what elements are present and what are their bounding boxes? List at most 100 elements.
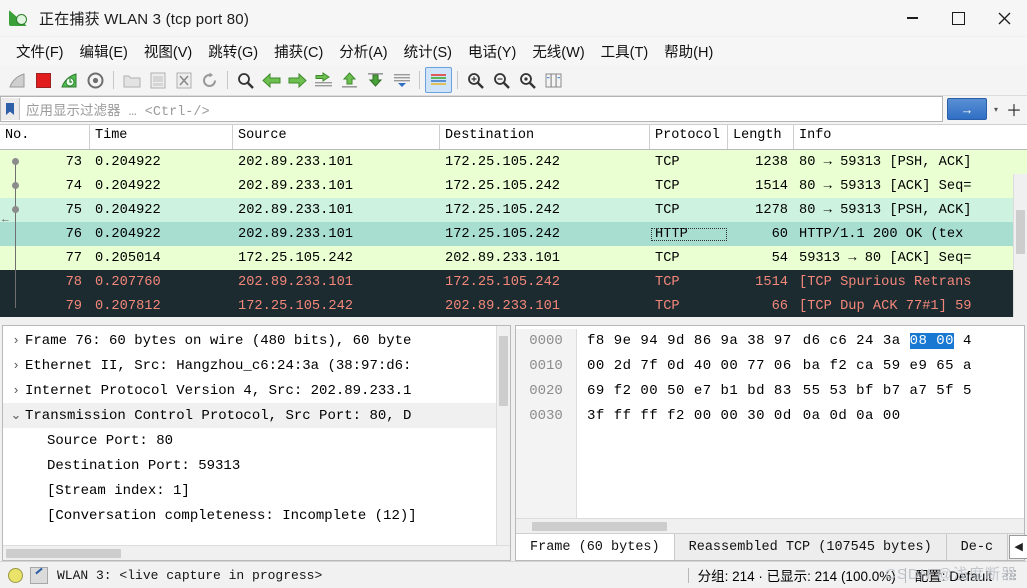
column-header-protocol[interactable]: Protocol <box>650 125 728 149</box>
menu-go[interactable]: 跳转(G) <box>200 38 266 65</box>
chevron-right-icon[interactable]: › <box>7 333 25 348</box>
chevron-right-icon[interactable]: › <box>7 383 25 398</box>
capture-comment-icon[interactable] <box>30 566 48 584</box>
status-profile-text[interactable]: 配置: Default <box>915 565 992 585</box>
cell-length: 1278 <box>755 202 788 218</box>
colorize-icon[interactable] <box>425 67 452 93</box>
capture-active-icon[interactable] <box>8 567 23 583</box>
detail-destination-port[interactable]: Destination Port: 59313 <box>3 453 510 478</box>
hex-selected-bytes[interactable]: 08 00 <box>909 333 955 349</box>
restart-capture-icon[interactable] <box>57 68 82 92</box>
scrollbar-thumb[interactable] <box>499 336 508 406</box>
menu-analyze[interactable]: 分析(A) <box>331 38 395 65</box>
details-scrollbar[interactable] <box>496 326 510 545</box>
table-row[interactable]: 77 0.205014 172.25.105.242 202.89.233.10… <box>0 246 1027 270</box>
cell-protocol: TCP <box>655 202 680 218</box>
resize-grip-icon[interactable] <box>1005 569 1017 581</box>
menu-tools[interactable]: 工具(T) <box>593 38 657 65</box>
column-header-destination[interactable]: Destination <box>440 125 650 149</box>
table-row[interactable]: 79 0.207812 172.25.105.242 202.89.233.10… <box>0 294 1027 317</box>
detail-source-port[interactable]: Source Port: 80 <box>3 428 510 453</box>
detail-ipv4[interactable]: › Internet Protocol Version 4, Src: 202.… <box>3 378 510 403</box>
apply-filter-button[interactable]: → <box>947 98 987 120</box>
menu-file[interactable]: 文件(F) <box>8 38 72 65</box>
go-forward-icon[interactable] <box>285 68 310 92</box>
pane-splitter[interactable] <box>0 317 1027 325</box>
cell-info: [TCP Spurious Retrans <box>799 274 972 290</box>
menu-statistics[interactable]: 统计(S) <box>396 38 460 65</box>
table-row[interactable]: 74 0.204922 202.89.233.101 172.25.105.24… <box>0 174 1027 198</box>
hex-row[interactable]: f8 9e 94 9d 86 9a 38 97 d6 c6 24 3a 08 00… <box>587 329 1024 354</box>
hex-post: 4 <box>954 333 972 349</box>
tab-reassembled-tcp[interactable]: Reassembled TCP (107545 bytes) <box>675 534 947 560</box>
status-bar: WLAN 3: <live capture in progress> 分组: 2… <box>0 561 1027 588</box>
resize-columns-icon[interactable] <box>541 68 566 92</box>
chevron-right-icon[interactable]: › <box>7 358 25 373</box>
scrollbar-thumb[interactable] <box>1016 210 1025 254</box>
table-row[interactable]: 75 0.204922 202.89.233.101 172.25.105.24… <box>0 198 1027 222</box>
cell-source: 202.89.233.101 <box>238 274 353 290</box>
bookmark-icon[interactable] <box>1 98 20 120</box>
start-capture-icon[interactable] <box>5 68 30 92</box>
details-hscrollbar[interactable] <box>3 545 510 560</box>
display-filter-input[interactable]: 应用显示过滤器 … <Ctrl-/> <box>0 96 943 122</box>
close-button[interactable] <box>981 0 1027 36</box>
table-row-selected[interactable]: 76 0.204922 202.89.233.101 172.25.105.24… <box>0 222 1027 246</box>
menu-view[interactable]: 视图(V) <box>136 38 200 65</box>
hex-mid: ba f2 ca 59 e9 65 a <box>802 358 972 374</box>
table-row[interactable]: 78 0.207760 202.89.233.101 172.25.105.24… <box>0 270 1027 294</box>
zoom-in-icon[interactable] <box>463 68 488 92</box>
chevron-down-icon[interactable]: ⌄ <box>7 408 25 423</box>
hscrollbar-thumb[interactable] <box>6 549 121 558</box>
add-filter-button[interactable]: ＋ <box>1005 99 1023 120</box>
menu-capture[interactable]: 捕获(C) <box>266 38 331 65</box>
go-to-packet-icon[interactable] <box>311 68 336 92</box>
stop-capture-icon[interactable] <box>31 68 56 92</box>
hex-dump[interactable]: 0000 0010 0020 0030 f8 9e 94 9d 86 9a 38… <box>516 326 1024 518</box>
maximize-button[interactable] <box>935 0 981 36</box>
bytes-hscrollbar[interactable] <box>516 518 1024 533</box>
capture-options-icon[interactable] <box>83 68 108 92</box>
tab-prev-button[interactable]: ◀ <box>1009 535 1027 559</box>
menu-help[interactable]: 帮助(H) <box>656 38 721 65</box>
table-row[interactable]: 73 0.204922 202.89.233.101 172.25.105.24… <box>0 150 1027 174</box>
save-file-icon[interactable] <box>145 68 170 92</box>
cell-length: 66 <box>771 298 788 314</box>
go-first-packet-icon[interactable] <box>337 68 362 92</box>
detail-tcp[interactable]: ⌄ Transmission Control Protocol, Src Por… <box>3 403 510 428</box>
find-packet-icon[interactable] <box>233 68 258 92</box>
cell-protocol: TCP <box>655 298 680 314</box>
zoom-reset-icon[interactable] <box>515 68 540 92</box>
cell-protocol: TCP <box>655 178 680 194</box>
open-file-icon[interactable] <box>119 68 144 92</box>
hex-row[interactable]: 00 2d 7f 0d 40 00 77 06 ba f2 ca 59 e9 65… <box>587 354 1024 379</box>
zoom-out-icon[interactable] <box>489 68 514 92</box>
hscrollbar-thumb[interactable] <box>532 522 667 531</box>
go-back-icon[interactable] <box>259 68 284 92</box>
auto-scroll-icon[interactable] <box>389 68 414 92</box>
chevron-down-icon[interactable]: ▾ <box>989 99 1003 119</box>
hex-row[interactable]: 69 f2 00 50 e7 b1 bd 83 55 53 bf b7 a7 5f… <box>587 379 1024 404</box>
menu-wireless[interactable]: 无线(W) <box>524 38 592 65</box>
packet-list-scrollbar[interactable] <box>1013 174 1027 317</box>
close-file-icon[interactable] <box>171 68 196 92</box>
detail-conversation-completeness[interactable]: [Conversation completeness: Incomplete (… <box>3 503 510 528</box>
tab-frame[interactable]: Frame (60 bytes) <box>516 534 675 560</box>
hex-row[interactable]: 3f ff ff f2 00 00 30 0d 0a 0d 0a 00 <box>587 404 1024 429</box>
detail-stream-index[interactable]: [Stream index: 1] <box>3 478 510 503</box>
reload-file-icon[interactable] <box>197 68 222 92</box>
column-header-no[interactable]: No. <box>0 125 90 149</box>
tab-decompressed[interactable]: De-c <box>947 534 1009 560</box>
title-bar: 正在捕获 WLAN 3 (tcp port 80) <box>0 0 1027 37</box>
column-header-source[interactable]: Source <box>233 125 440 149</box>
go-last-packet-icon[interactable] <box>363 68 388 92</box>
detail-frame[interactable]: › Frame 76: 60 bytes on wire (480 bits),… <box>3 328 510 353</box>
detail-ethernet[interactable]: › Ethernet II, Src: Hangzhou_c6:24:3a (3… <box>3 353 510 378</box>
menu-edit[interactable]: 编辑(E) <box>72 38 136 65</box>
column-header-time[interactable]: Time <box>90 125 233 149</box>
cell-source: 202.89.233.101 <box>238 154 353 170</box>
minimize-button[interactable] <box>889 0 935 36</box>
column-header-info[interactable]: Info <box>794 125 1027 149</box>
menu-telephony[interactable]: 电话(Y) <box>460 38 524 65</box>
column-header-length[interactable]: Length <box>728 125 794 149</box>
